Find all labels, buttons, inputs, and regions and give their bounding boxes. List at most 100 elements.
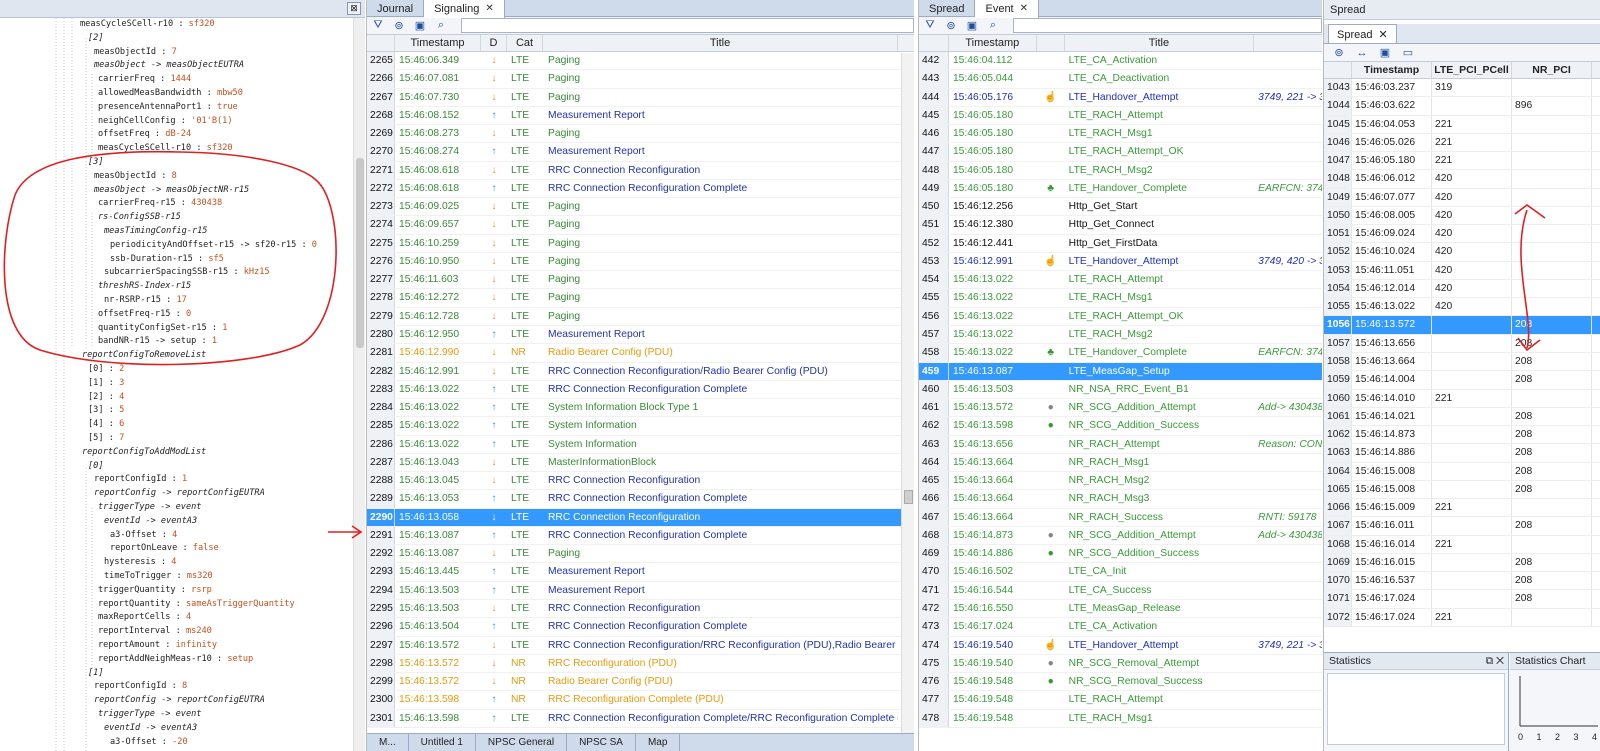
event-row[interactable]: 474 15:46:19.540 ☝ LTE_Handover_Attempt 3749… [919, 636, 1322, 655]
event-row[interactable]: 448 15:46:05.180 LTE_RACH_Msg2 [919, 161, 1322, 180]
close-icon[interactable]: ⊠ [347, 2, 361, 15]
spread-row[interactable]: 1069 15:46:16.015 208 [1324, 553, 1600, 573]
signaling-row[interactable]: 2275 15:46:10.259 ↓ LTE Paging [367, 234, 914, 253]
spread-row[interactable]: 1068 15:46:16.014 221 [1324, 535, 1600, 554]
workspace-tab[interactable]: Untitled 1 [409, 734, 476, 751]
tree-node[interactable]: carrierFreq : 1444 [98, 73, 191, 87]
spread-row[interactable]: 1044 15:46:03.622 896 [1324, 97, 1600, 116]
tree-node[interactable]: reportQuantity : sameAsTriggerQuantity [98, 598, 295, 612]
tab-signaling[interactable]: Signaling ✕ [424, 0, 505, 18]
spread-row[interactable]: 1071 15:46:17.024 208 [1324, 590, 1600, 609]
signaling-row[interactable]: 2285 15:46:13.022 ↑ LTE System Information [367, 417, 914, 436]
signaling-row[interactable]: 2265 15:46:06.349 ↓ LTE Paging [367, 52, 914, 71]
spread-row[interactable]: 1061 15:46:14.021 208 [1324, 407, 1600, 427]
event-row[interactable]: 473 15:46:17.024 LTE_CA_Activation [919, 618, 1322, 637]
signaling-row[interactable]: 2273 15:46:09.025 ↓ LTE Paging [367, 198, 914, 217]
event-row[interactable]: 468 15:46:14.873 ● NR_SCG_Addition_Attempt A… [919, 526, 1322, 546]
tree-node[interactable]: reportConfig -> reportConfigEUTRA [94, 694, 265, 708]
search-icon[interactable]: ⌕ [986, 19, 1000, 33]
event-row[interactable]: 477 15:46:19.548 LTE_RACH_Attempt [919, 691, 1322, 710]
tree-node[interactable]: periodicityAndOffset-r15 -> sf20-r15 : 0 [110, 239, 317, 253]
save-icon[interactable]: ▣ [413, 19, 427, 33]
filter-icon[interactable]: ⛛ [371, 19, 385, 33]
tree-node[interactable]: triggerQuantity : rsrp [98, 584, 212, 598]
signaling-row[interactable]: 2272 15:46:08.618 ↑ LTE RRC Connection Recon… [367, 179, 914, 199]
tree-node[interactable]: offsetFreq-r15 : 0 [98, 308, 191, 322]
tree-node[interactable]: timeToTrigger : ms320 [104, 570, 213, 584]
tree-node[interactable]: subcarrierSpacingSSB-r15 : kHz15 [104, 266, 270, 280]
signaling-row[interactable]: 2267 15:46:07.730 ↓ LTE Paging [367, 88, 914, 107]
event-row[interactable]: 452 15:46:12.441 Http_Get_FirstData [919, 234, 1322, 253]
spread-row[interactable]: 1064 15:46:15.008 208 [1324, 462, 1600, 481]
event-row[interactable]: 470 15:46:16.502 LTE_CA_Init [919, 563, 1322, 582]
col-title[interactable]: Title [543, 35, 898, 51]
event-row[interactable]: 461 15:46:13.572 ● NR_SCG_Addition_Attempt A… [919, 399, 1322, 418]
tree-node[interactable]: reportConfig -> reportConfigEUTRA [94, 487, 265, 501]
signaling-row[interactable]: 2300 15:46:13.598 ↑ NR RRC Reconfiguration C… [367, 691, 914, 710]
spread-row[interactable]: 1057 15:46:13.656 208 [1324, 334, 1600, 353]
search-icon[interactable]: ⌕ [434, 19, 448, 33]
spread-row[interactable]: 1063 15:46:14.886 208 [1324, 444, 1600, 463]
signaling-row[interactable]: 2271 15:46:08.618 ↓ LTE RRC Connection Recon… [367, 161, 914, 180]
tree-node[interactable]: [3] : 5 [88, 404, 124, 418]
event-row[interactable]: 476 15:46:19.548 ● NR_SCG_Removal_Success [919, 673, 1322, 692]
signaling-row[interactable]: 2299 15:46:13.572 ↓ NR Radio Bearer Config (… [367, 673, 914, 692]
col-category[interactable]: Cat [507, 35, 543, 51]
save-icon[interactable]: ▣ [1378, 46, 1392, 60]
signaling-row[interactable]: 2279 15:46:12.728 ↓ LTE Paging [367, 307, 914, 326]
spread-row[interactable]: 1058 15:46:13.664 208 [1324, 352, 1600, 372]
event-row[interactable]: 462 15:46:13.598 ● NR_SCG_Addition_Success [919, 417, 1322, 436]
tree-node[interactable]: measObjectId : 8 [94, 170, 177, 184]
spread-row[interactable]: 1055 15:46:13.022 420 [1324, 298, 1600, 317]
tree-node[interactable]: reportConfigId : 8 [94, 680, 187, 694]
event-row[interactable]: 455 15:46:13.022 LTE_RACH_Msg1 [919, 289, 1322, 308]
tree-node[interactable]: allowedMeasBandwidth : mbw50 [98, 87, 243, 101]
spread-row[interactable]: 1047 15:46:05.180 221 [1324, 152, 1600, 171]
col-timestamp[interactable]: Timestamp [395, 35, 481, 51]
tree-node[interactable]: eventId -> eventA3 [104, 722, 197, 736]
tree-node[interactable]: [0] : 2 [88, 363, 124, 377]
signaling-scrollbar[interactable] [901, 53, 914, 733]
tree-node[interactable]: nr-RSRP-r15 : 17 [104, 294, 187, 308]
spread-row[interactable]: 1067 15:46:16.011 208 [1324, 517, 1600, 536]
tree-node[interactable]: measTimingConfig-r15 [104, 225, 207, 239]
signaling-row[interactable]: 2297 15:46:13.572 ↓ LTE RRC Connection Recon… [367, 636, 914, 655]
event-row[interactable]: 465 15:46:13.664 NR_RACH_Msg2 [919, 472, 1322, 491]
signaling-row[interactable]: 2277 15:46:11.603 ↓ LTE Paging [367, 271, 914, 290]
close-tab-icon[interactable]: ✕ [1378, 25, 1387, 43]
tree-node[interactable]: reportAmount : infinity [98, 639, 217, 653]
filter-icon[interactable]: ⛛ [923, 19, 937, 33]
spread-row[interactable]: 1062 15:46:14.873 208 [1324, 426, 1600, 445]
tree-node[interactable]: a3-Offset : 4 [110, 529, 177, 543]
spread-row[interactable]: 1056 15:46:13.572 208 [1324, 316, 1600, 335]
spread-row[interactable]: 1043 15:46:03.237 319 [1324, 79, 1600, 98]
tree-node[interactable]: measCycleSCell-r10 : sf320 [80, 18, 215, 32]
spread-row[interactable]: 1072 15:46:17.024 221 [1324, 608, 1600, 627]
event-row[interactable]: 463 15:46:13.656 NR_RACH_Attempt Reason: CO… [919, 435, 1322, 454]
save-icon[interactable]: ▣ [965, 19, 979, 33]
event-row[interactable]: 478 15:46:19.548 LTE_RACH_Msg1 [919, 709, 1322, 728]
signaling-row[interactable]: 2296 15:46:13.504 ↑ LTE RRC Connection Recon… [367, 618, 914, 637]
signaling-row[interactable]: 2288 15:46:13.045 ↓ LTE RRC Connection Recon… [367, 472, 914, 491]
tree-node[interactable]: [2] [88, 32, 104, 46]
tree-node[interactable]: [2] : 4 [88, 391, 124, 405]
event-row[interactable]: 469 15:46:14.886 ● NR_SCG_Addition_Success [919, 545, 1322, 564]
tree-node[interactable]: reportOnLeave : false [110, 542, 219, 556]
tree-node[interactable]: reportInterval : ms240 [98, 625, 212, 639]
signaling-row[interactable]: 2276 15:46:10.950 ↓ LTE Paging [367, 252, 914, 272]
event-row[interactable]: 445 15:46:05.180 LTE_RACH_Attempt [919, 106, 1322, 126]
tree-node[interactable]: eventId -> eventA3 [104, 515, 197, 529]
col-timestamp[interactable]: Timestamp [1352, 62, 1432, 78]
spread-row[interactable]: 1052 15:46:10.024 420 [1324, 243, 1600, 262]
tree-node[interactable]: measCycleSCell-r10 : sf320 [98, 142, 233, 156]
signaling-row[interactable]: 2280 15:46:12.950 ↑ LTE Measurement Report [367, 325, 914, 345]
col-details[interactable] [1254, 35, 1322, 51]
event-row[interactable]: 457 15:46:13.022 LTE_RACH_Msg2 [919, 325, 1322, 345]
signaling-row[interactable]: 2281 15:46:12.990 ↓ NR Radio Bearer Config (… [367, 344, 914, 363]
col-nr-pci[interactable]: NR_PCI [1512, 62, 1592, 78]
expand-icon[interactable]: ↔ [1355, 46, 1369, 60]
close-tab-icon[interactable]: ✕ [485, 1, 493, 17]
workspace-tab[interactable]: NPSC General [476, 734, 568, 751]
tree-node[interactable]: [5] : 7 [88, 432, 124, 446]
tree-node[interactable]: [1] : 3 [88, 377, 124, 391]
